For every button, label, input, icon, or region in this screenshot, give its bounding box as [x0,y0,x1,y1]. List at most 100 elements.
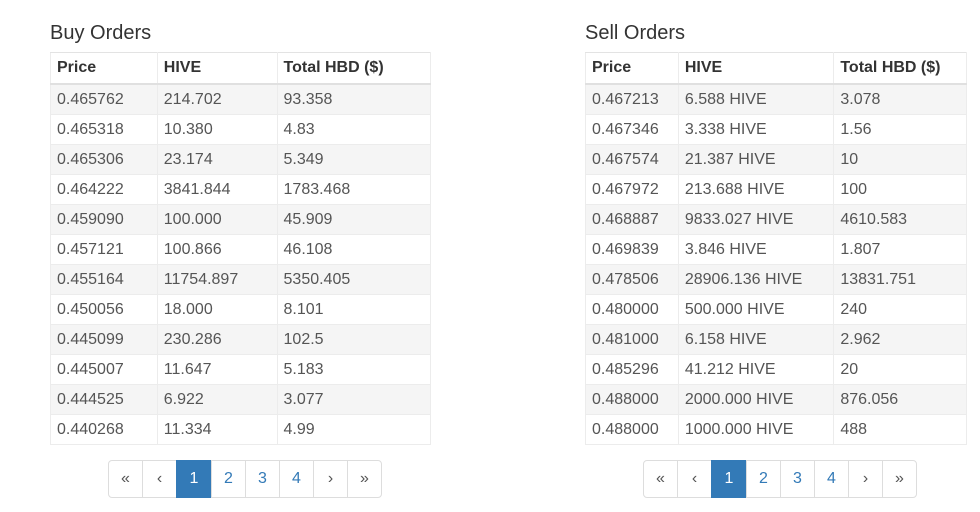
price-cell: 0.481000 [585,324,679,355]
price-cell: 0.465318 [50,114,158,145]
hive-amount-cell: 1000.000 HIVE [677,414,835,445]
page-2-button[interactable]: 2 [211,460,246,498]
column-header-price: Price [50,52,158,85]
hive-amount-cell: 230.286 [156,324,278,355]
buy-order-row: 0.459090 100.000 45.909 [50,204,432,235]
total-hbd-cell: 3.078 [833,83,967,115]
price-cell: 0.464222 [50,174,158,205]
sell-order-row: 0.467346 3.338 HIVE 1.56 [585,114,967,145]
total-hbd-cell: 13831.751 [833,264,967,295]
column-header-total-hbd: Total HBD ($) [833,52,967,85]
price-cell: 0.468887 [585,204,679,235]
total-hbd-cell: 4.99 [276,414,432,445]
total-hbd-cell: 45.909 [276,204,432,235]
last-page-button[interactable]: » [347,460,382,498]
sell-orders-pagination: « ‹ 1 2 3 4 › » [643,460,917,498]
hive-amount-cell: 3.846 HIVE [677,234,835,265]
page-1-button[interactable]: 1 [176,460,212,498]
buy-order-row: 0.465762 214.702 93.358 [50,83,432,115]
total-hbd-cell: 5350.405 [276,264,432,295]
buy-order-row: 0.450056 18.000 8.101 [50,294,432,325]
column-header-hive: HIVE [677,52,835,85]
hive-amount-cell: 11754.897 [156,264,278,295]
next-page-button[interactable]: › [313,460,348,498]
hive-amount-cell: 213.688 HIVE [677,174,835,205]
sell-order-row: 0.468887 9833.027 HIVE 4610.583 [585,204,967,235]
price-cell: 0.480000 [585,294,679,325]
column-header-price: Price [585,52,679,85]
hive-amount-cell: 41.212 HIVE [677,354,835,385]
previous-page-button[interactable]: ‹ [677,460,712,498]
hive-amount-cell: 11.334 [156,414,278,445]
last-page-button[interactable]: » [882,460,917,498]
sell-order-row: 0.467213 6.588 HIVE 3.078 [585,83,967,115]
total-hbd-cell: 240 [833,294,967,325]
column-header-hive: HIVE [156,52,278,85]
total-hbd-cell: 102.5 [276,324,432,355]
page-1-button[interactable]: 1 [711,460,747,498]
total-hbd-cell: 1783.468 [276,174,432,205]
price-cell: 0.465762 [50,83,158,115]
buy-order-row: 0.444525 6.922 3.077 [50,384,432,415]
hive-amount-cell: 500.000 HIVE [677,294,835,325]
total-hbd-cell: 93.358 [276,83,432,115]
hive-amount-cell: 214.702 [156,83,278,115]
page-4-button[interactable]: 4 [279,460,314,498]
page-3-button[interactable]: 3 [780,460,815,498]
next-page-button[interactable]: › [848,460,883,498]
price-cell: 0.444525 [50,384,158,415]
price-cell: 0.455164 [50,264,158,295]
total-hbd-cell: 1.807 [833,234,967,265]
total-hbd-cell: 488 [833,414,967,445]
buy-order-row: 0.440268 11.334 4.99 [50,414,432,445]
buy-order-row: 0.445099 230.286 102.5 [50,324,432,355]
buy-order-row: 0.464222 3841.844 1783.468 [50,174,432,205]
hive-amount-cell: 6.922 [156,384,278,415]
hive-amount-cell: 100.000 [156,204,278,235]
hive-amount-cell: 6.588 HIVE [677,83,835,115]
first-page-button[interactable]: « [643,460,678,498]
price-cell: 0.488000 [585,414,679,445]
page-3-button[interactable]: 3 [245,460,280,498]
price-cell: 0.488000 [585,384,679,415]
total-hbd-cell: 4610.583 [833,204,967,235]
hive-amount-cell: 100.866 [156,234,278,265]
total-hbd-cell: 8.101 [276,294,432,325]
sell-order-row: 0.488000 2000.000 HIVE 876.056 [585,384,967,415]
first-page-button[interactable]: « [108,460,143,498]
sell-orders-panel: Sell Orders Price HIVE Total HBD ($) 0.4… [585,18,967,445]
buy-order-row: 0.445007 11.647 5.183 [50,354,432,385]
total-hbd-cell: 10 [833,144,967,175]
hive-amount-cell: 23.174 [156,144,278,175]
price-cell: 0.459090 [50,204,158,235]
hive-amount-cell: 3841.844 [156,174,278,205]
hive-amount-cell: 10.380 [156,114,278,145]
sell-order-row: 0.480000 500.000 HIVE 240 [585,294,967,325]
total-hbd-cell: 4.83 [276,114,432,145]
total-hbd-cell: 20 [833,354,967,385]
page-4-button[interactable]: 4 [814,460,849,498]
hive-amount-cell: 28906.136 HIVE [677,264,835,295]
price-cell: 0.450056 [50,294,158,325]
price-cell: 0.467574 [585,144,679,175]
total-hbd-cell: 876.056 [833,384,967,415]
buy-orders-pagination: « ‹ 1 2 3 4 › » [108,460,382,498]
hive-amount-cell: 2000.000 HIVE [677,384,835,415]
total-hbd-cell: 100 [833,174,967,205]
total-hbd-cell: 2.962 [833,324,967,355]
total-hbd-cell: 46.108 [276,234,432,265]
price-cell: 0.467972 [585,174,679,205]
sell-order-row: 0.469839 3.846 HIVE 1.807 [585,234,967,265]
previous-page-button[interactable]: ‹ [142,460,177,498]
price-cell: 0.478506 [585,264,679,295]
page-2-button[interactable]: 2 [746,460,781,498]
total-hbd-cell: 3.077 [276,384,432,415]
hive-amount-cell: 11.647 [156,354,278,385]
hive-amount-cell: 18.000 [156,294,278,325]
buy-order-row: 0.457121 100.866 46.108 [50,234,432,265]
hive-amount-cell: 9833.027 HIVE [677,204,835,235]
sell-order-row: 0.481000 6.158 HIVE 2.962 [585,324,967,355]
buy-order-row: 0.455164 11754.897 5350.405 [50,264,432,295]
price-cell: 0.445099 [50,324,158,355]
column-header-total-hbd: Total HBD ($) [276,52,432,85]
